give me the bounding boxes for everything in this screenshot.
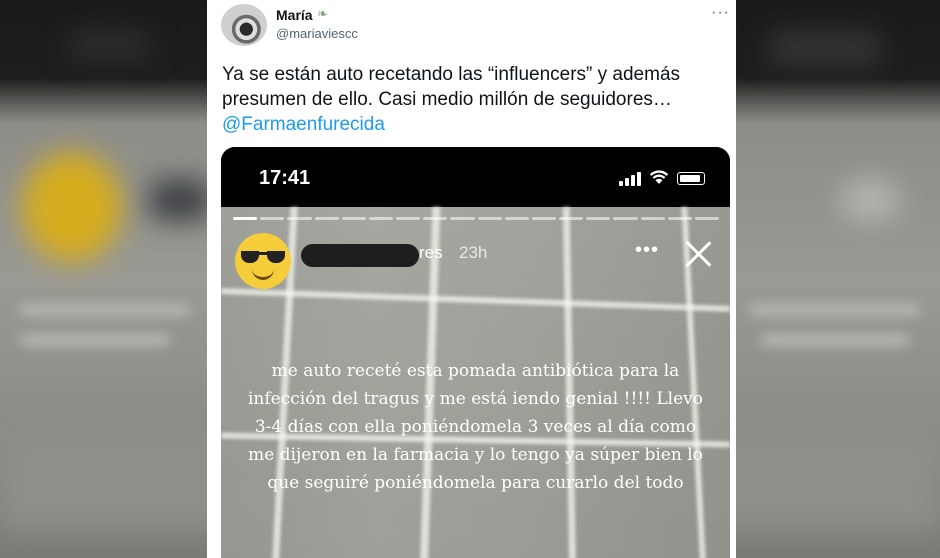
leaf-icon: ❧ bbox=[317, 6, 328, 21]
story-post-age: 23h bbox=[459, 243, 488, 262]
story-progress-bar bbox=[233, 217, 720, 220]
story-photo: res 23h ••• me auto receté esta pomada a… bbox=[221, 207, 730, 558]
redacted-username bbox=[301, 244, 419, 267]
mention-link[interactable]: @Farmaenfurecida bbox=[222, 112, 385, 137]
phone-status-bar: 17:41 bbox=[221, 147, 730, 209]
status-time: 17:41 bbox=[259, 167, 311, 189]
story-caption: me auto receté esta pomada antibiótica p… bbox=[247, 361, 703, 493]
tweet-card: María ❧ @mariaviescc ··· Ya se están aut… bbox=[207, 0, 736, 558]
more-horizontal-icon[interactable]: ••• bbox=[635, 239, 659, 262]
close-icon[interactable] bbox=[683, 239, 713, 269]
story-username[interactable]: res bbox=[419, 243, 443, 263]
more-horizontal-icon[interactable]: ··· bbox=[711, 4, 730, 22]
tweet-text: Ya se están auto recetando las “influenc… bbox=[222, 64, 681, 110]
author-name[interactable]: María bbox=[276, 7, 313, 23]
author-handle[interactable]: @mariaviescc bbox=[276, 26, 358, 41]
cellular-signal-icon bbox=[619, 172, 643, 186]
sunglasses-face-emoji[interactable] bbox=[235, 233, 291, 289]
attached-story-image[interactable]: 17:41 res 23h ••• me auto receté esta po… bbox=[221, 147, 730, 558]
wifi-icon bbox=[649, 170, 669, 184]
avatar[interactable] bbox=[221, 4, 267, 46]
battery-icon bbox=[677, 172, 705, 185]
